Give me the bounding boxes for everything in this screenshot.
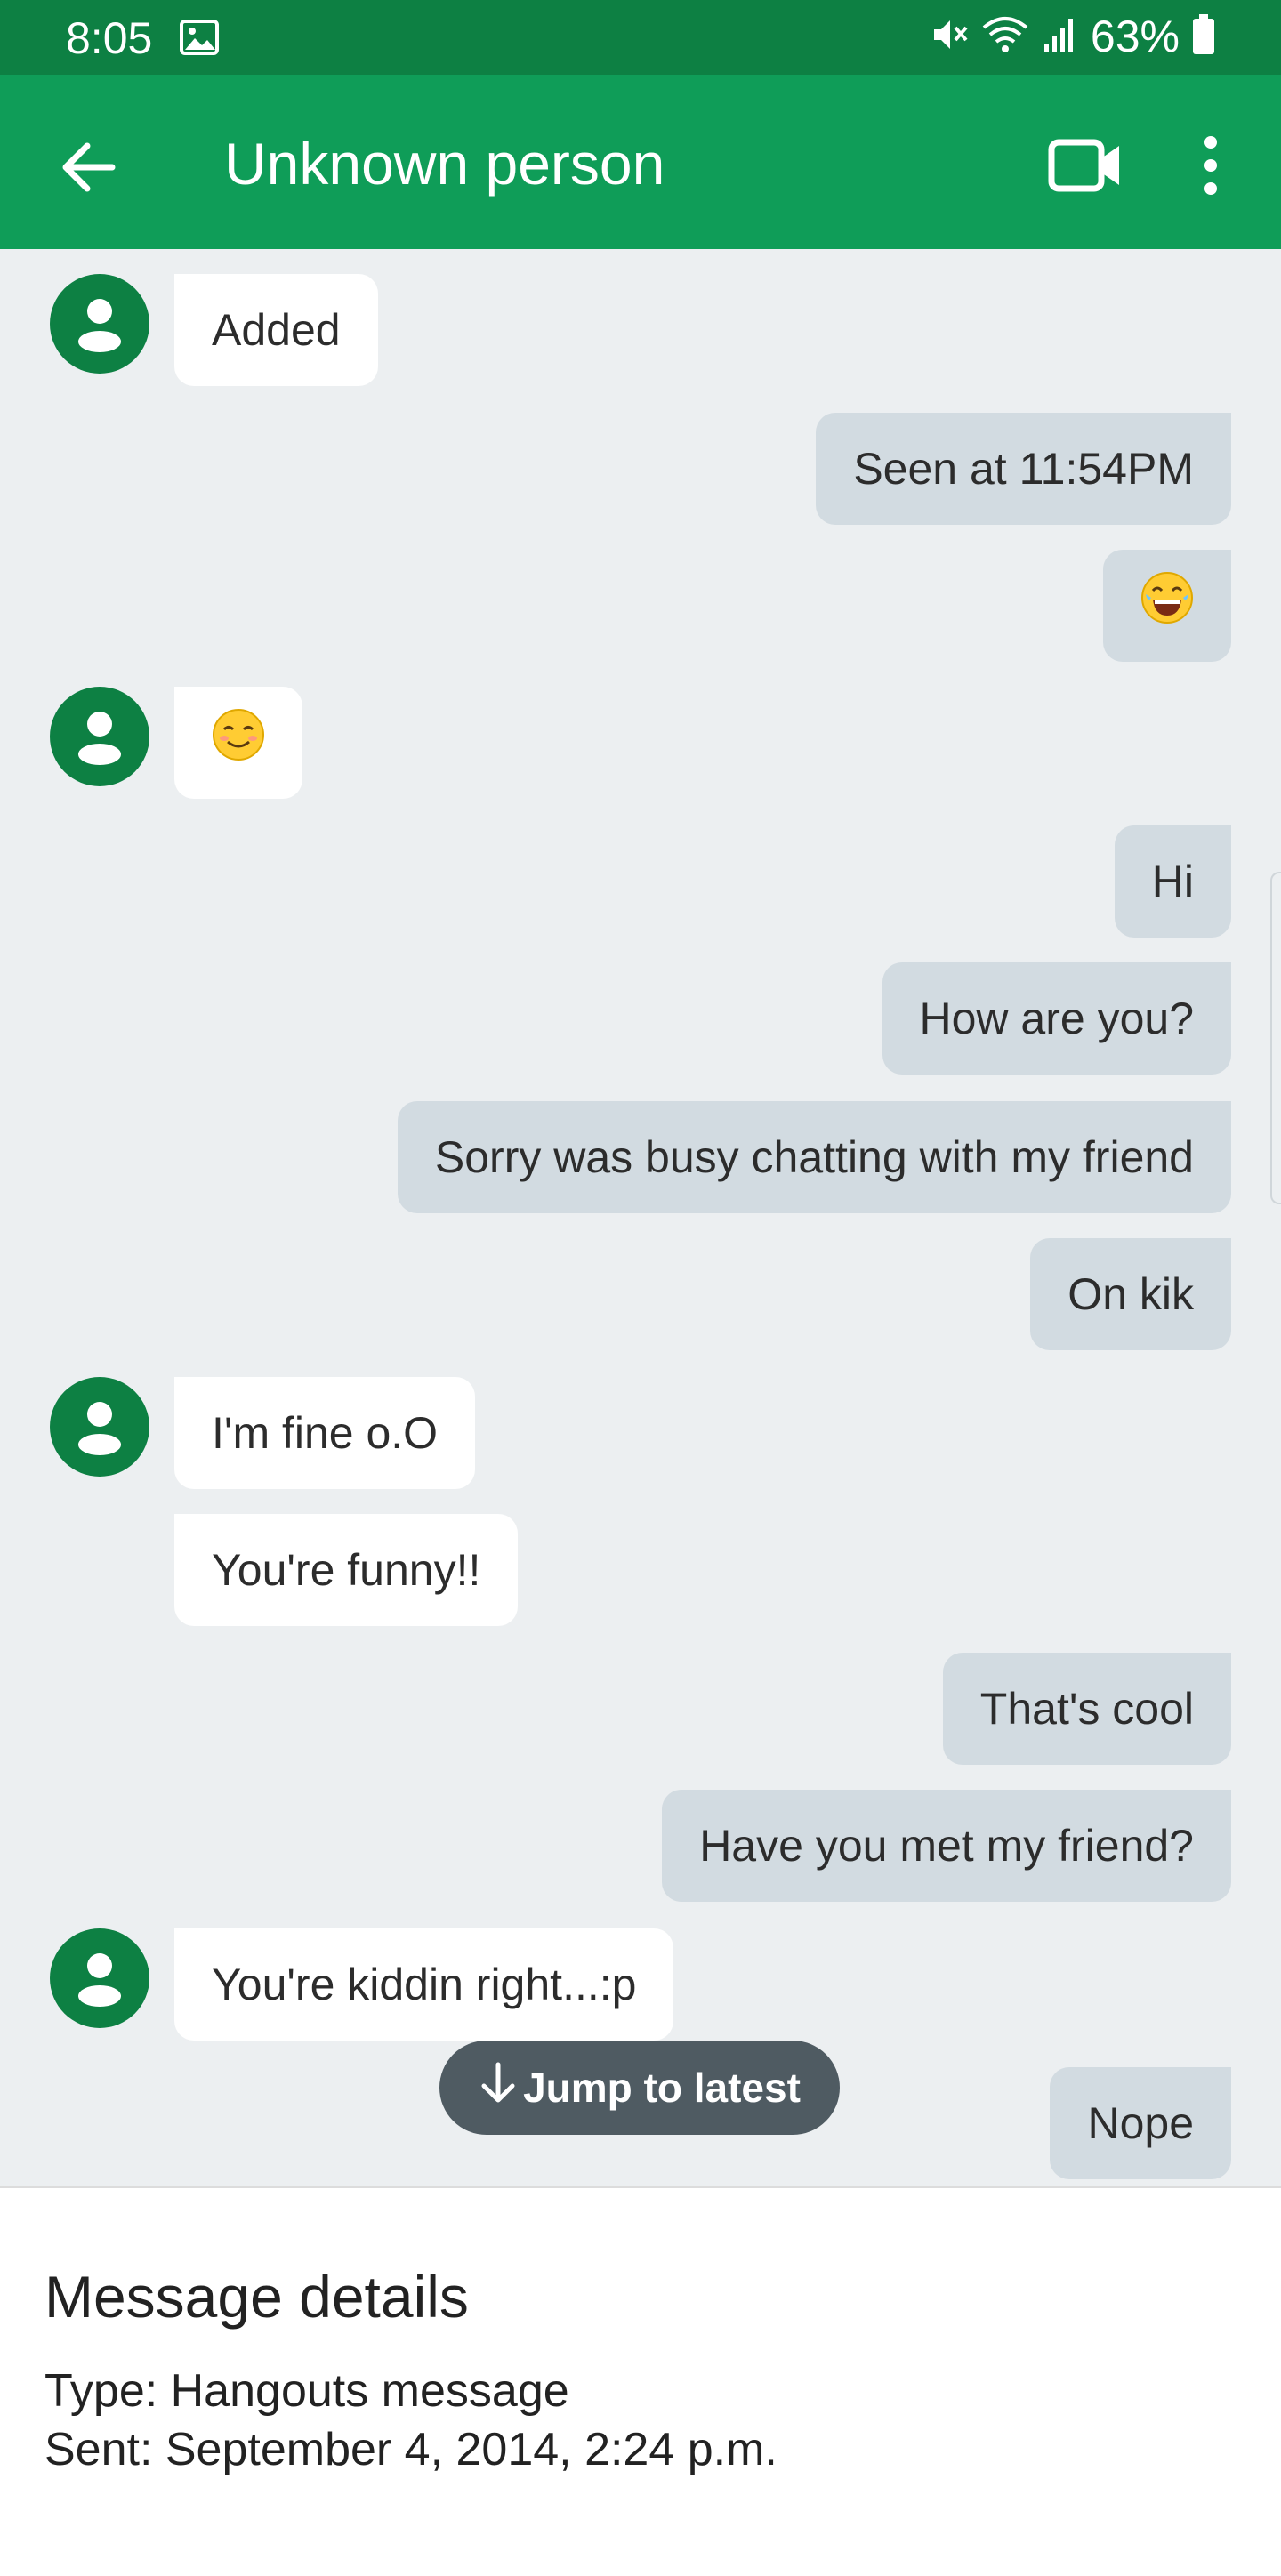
incoming-message[interactable]: You're funny!! — [174, 1514, 519, 1626]
message-text: Added — [212, 305, 341, 355]
person-icon[interactable] — [50, 1377, 149, 1477]
app-bar: Unknown person — [0, 75, 1281, 249]
outgoing-message[interactable]: Seen at 11:54PM — [816, 413, 1231, 525]
status-bar: 8:05 63% — [0, 0, 1281, 75]
outgoing-message[interactable]: Have you met my friend? — [662, 1790, 1231, 1902]
person-icon[interactable] — [50, 1928, 149, 2028]
conversation-title: Unknown person — [224, 131, 665, 197]
details-sent: Sent: September 4, 2014, 2:24 p.m. — [44, 2424, 777, 2475]
message-text: You're funny!! — [212, 1545, 481, 1595]
message-text: On kik — [1068, 1269, 1194, 1319]
outgoing-message[interactable]: Hi — [1114, 825, 1231, 938]
arrow-down-icon — [479, 2061, 518, 2115]
outgoing-message[interactable]: Nope — [1050, 2067, 1231, 2179]
incoming-message[interactable] — [174, 687, 302, 799]
photo-icon — [180, 20, 219, 60]
person-icon[interactable] — [50, 274, 149, 374]
video-call-icon[interactable] — [1046, 130, 1126, 201]
more-vert-icon[interactable] — [1180, 128, 1242, 203]
incoming-message[interactable]: Added — [174, 274, 378, 386]
signal-icon — [1043, 15, 1078, 59]
back-arrow-icon[interactable] — [53, 132, 125, 203]
battery-icon — [1192, 13, 1215, 60]
message-text: Hi — [1151, 857, 1194, 906]
outgoing-message[interactable]: That's cool — [942, 1653, 1231, 1765]
message-text: I'm fine o.O — [212, 1408, 439, 1458]
message-details-sheet: Message details Type: Hangouts message S… — [0, 2186, 1281, 2576]
message-text: That's cool — [979, 1684, 1194, 1734]
message-text: Have you met my friend? — [699, 1821, 1194, 1871]
mute-icon — [929, 15, 968, 59]
message-text: Seen at 11:54PM — [853, 444, 1194, 494]
jump-to-latest-label: Jump to latest — [523, 2065, 801, 2111]
outgoing-message[interactable]: How are you? — [882, 962, 1231, 1075]
message-text: Nope — [1087, 2098, 1194, 2148]
message-text: Sorry was busy chatting with my friend — [434, 1132, 1194, 1182]
incoming-message[interactable]: I'm fine o.O — [174, 1377, 476, 1489]
outgoing-message[interactable]: On kik — [1030, 1238, 1231, 1350]
message-text: How are you? — [919, 994, 1195, 1043]
details-type: Type: Hangouts message — [44, 2365, 569, 2417]
person-icon[interactable] — [50, 687, 149, 786]
scrollbar[interactable] — [1270, 872, 1281, 1204]
jump-to-latest-button[interactable]: Jump to latest — [439, 2041, 840, 2135]
message-text: You're kiddin right...:p — [212, 1960, 637, 2009]
outgoing-message[interactable]: Sorry was busy chatting with my friend — [397, 1101, 1231, 1213]
smiling-emoji-icon — [212, 690, 265, 802]
laughing-emoji-icon — [1140, 553, 1194, 665]
battery-percent: 63% — [1090, 12, 1180, 61]
details-title: Message details — [44, 2264, 469, 2330]
status-time: 8:05 — [66, 13, 153, 63]
incoming-message[interactable]: You're kiddin right...:p — [174, 1928, 674, 2041]
outgoing-message[interactable] — [1103, 550, 1231, 662]
wifi-icon — [980, 15, 1030, 59]
status-icons: 63% — [929, 11, 1215, 62]
